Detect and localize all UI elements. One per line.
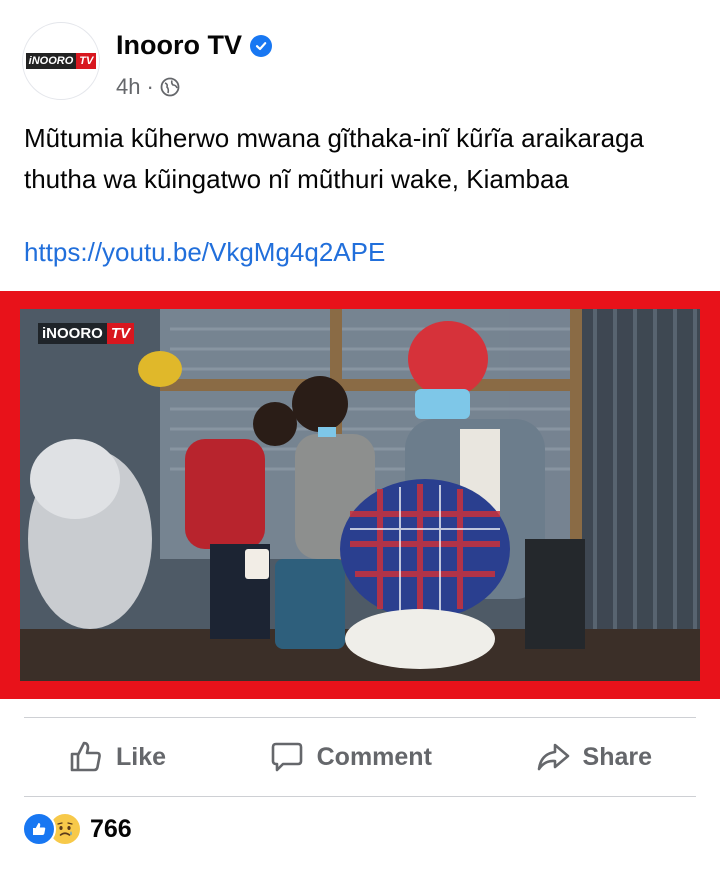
meta-separator: · xyxy=(146,74,154,99)
action-bar: Like Comment Share xyxy=(24,724,696,790)
share-button[interactable]: Share xyxy=(491,739,696,775)
share-label: Share xyxy=(582,742,652,771)
page-name-row: Inooro TV xyxy=(116,30,272,61)
like-label: Like xyxy=(116,742,167,771)
inooro-logo: iNOORO TV xyxy=(25,53,97,69)
reaction-count: 766 xyxy=(90,814,132,843)
like-reaction-icon xyxy=(22,812,56,846)
post-time[interactable]: 4h xyxy=(116,74,140,100)
globe-icon xyxy=(160,77,180,97)
video-channel-logo: iNOORO TV xyxy=(38,323,135,344)
page-avatar[interactable]: iNOORO TV xyxy=(22,22,100,100)
divider-top xyxy=(24,717,696,718)
verified-badge-icon xyxy=(249,34,272,57)
video-thumbnail[interactable]: iNOORO TV xyxy=(20,309,700,681)
post-link[interactable]: https://youtu.be/VkgMg4q2APE xyxy=(24,232,385,273)
share-arrow-icon xyxy=(537,743,569,771)
reaction-summary[interactable]: 766 xyxy=(22,812,132,846)
comment-button[interactable]: Comment xyxy=(225,739,476,775)
video-thumbnail-frame[interactable]: iNOORO TV xyxy=(0,291,720,699)
post-meta: 4h · xyxy=(116,74,180,100)
post-header: iNOORO TV Inooro TV 4h · xyxy=(22,22,702,106)
comment-label: Comment xyxy=(316,742,432,771)
divider-bottom xyxy=(24,796,696,797)
post-text: Mũtumia kũherwo mwana gĩthaka-inĩ kũrĩa … xyxy=(24,123,644,194)
page-name[interactable]: Inooro TV xyxy=(116,30,242,61)
thumbs-up-icon xyxy=(70,741,101,772)
comment-bubble-icon xyxy=(271,742,302,772)
like-button[interactable]: Like xyxy=(24,739,210,775)
video-scene-image xyxy=(20,309,700,681)
